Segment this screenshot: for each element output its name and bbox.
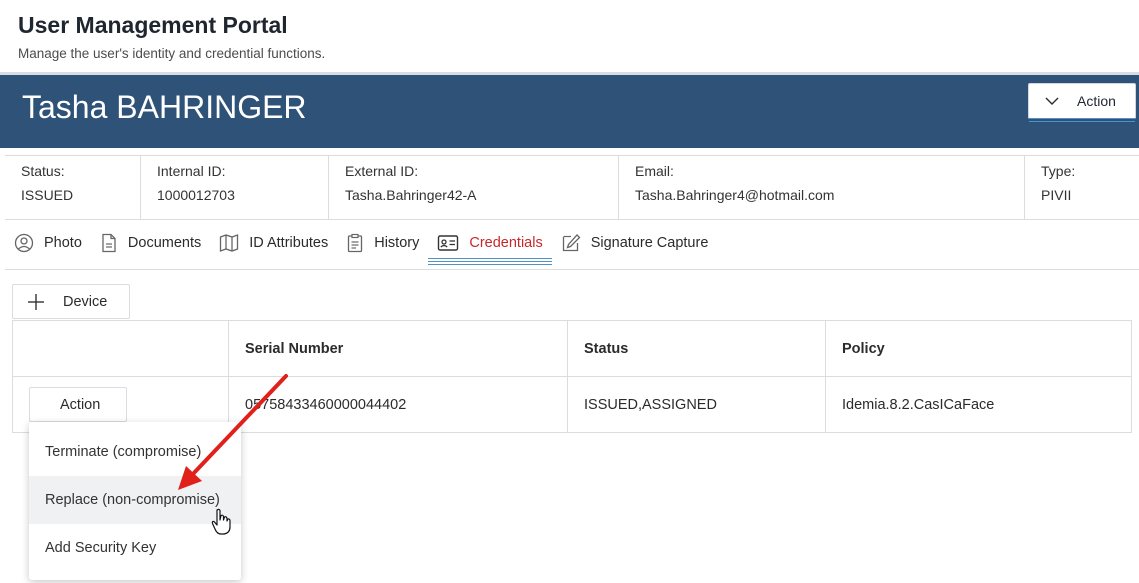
tab-history[interactable]: History: [346, 228, 419, 258]
info-email: Email: Tasha.Bahringer4@hotmail.com: [619, 156, 1025, 219]
tab-label: History: [374, 235, 420, 251]
info-value: PIVII: [1041, 187, 1072, 203]
plus-icon: [28, 293, 44, 310]
chevron-down-icon: [1045, 97, 1059, 105]
cell-serial: 05758433460000044402: [228, 376, 568, 433]
column-header-action: [12, 320, 229, 377]
info-type: Type: PIVII: [1025, 156, 1139, 219]
info-internal-id: Internal ID: 1000012703: [141, 156, 329, 219]
portal-header: User Management Portal Manage the user's…: [18, 12, 325, 61]
user-info-bar: Status: ISSUED Internal ID: 1000012703 E…: [5, 155, 1139, 220]
column-header-status: Status: [567, 320, 826, 377]
clipboard-icon: [348, 233, 363, 253]
document-icon: [102, 233, 116, 253]
info-value: Tasha.Bahringer4@hotmail.com: [635, 187, 835, 203]
info-label: Internal ID:: [157, 163, 226, 179]
person-circle-icon: [14, 233, 34, 253]
active-tab-indicator: [428, 258, 553, 265]
info-label: Type:: [1041, 163, 1076, 179]
info-label: Status:: [21, 163, 65, 179]
id-card-icon: [438, 235, 459, 251]
banner-action-label: Action: [1077, 93, 1116, 109]
cell-policy: Idemia.8.2.CasICaFace: [825, 376, 1132, 433]
banner-action-button[interactable]: Action: [1028, 83, 1136, 122]
info-value: 1000012703: [157, 187, 235, 203]
info-label: Email:: [635, 163, 674, 179]
tab-photo[interactable]: Photo: [14, 228, 82, 258]
tab-label: Photo: [44, 235, 82, 251]
info-label: External ID:: [345, 163, 419, 179]
tab-credentials[interactable]: Credentials: [428, 228, 553, 265]
row-action-menu: Terminate (compromise) Replace (non-comp…: [29, 422, 241, 580]
tab-label: Documents: [127, 235, 202, 251]
tab-label: Signature Capture: [590, 235, 709, 251]
hand-cursor-icon: [211, 508, 231, 535]
info-value: ISSUED: [21, 187, 74, 203]
info-status: Status: ISSUED: [5, 156, 141, 219]
banner-action-underline: [1029, 118, 1135, 122]
user-name: Tasha BAHRINGER: [22, 89, 307, 125]
tab-id-attributes[interactable]: ID Attributes: [219, 228, 328, 258]
info-external-id: External ID: Tasha.Bahringer42-A: [329, 156, 619, 219]
menu-item-terminate[interactable]: Terminate (compromise): [29, 428, 241, 476]
tab-documents[interactable]: Documents: [100, 228, 201, 258]
add-device-button[interactable]: Device: [12, 284, 130, 319]
tab-label: Credentials: [469, 235, 543, 251]
tab-signature-capture[interactable]: Signature Capture: [561, 228, 709, 258]
cell-status: ISSUED,ASSIGNED: [567, 376, 826, 433]
table-header-row: Serial Number Status Policy: [12, 320, 1132, 377]
tabs-divider: [5, 269, 1139, 270]
column-header-serial: Serial Number: [228, 320, 568, 377]
pen-icon: [562, 234, 581, 252]
page-title: User Management Portal: [18, 12, 288, 38]
column-header-policy: Policy: [825, 320, 1132, 377]
profile-tabs: Photo Documents ID Attributes History Cr…: [14, 228, 726, 268]
user-banner: Tasha BAHRINGER Action: [0, 72, 1139, 148]
row-action-button[interactable]: Action: [29, 387, 127, 422]
info-value: Tasha.Bahringer42-A: [345, 187, 477, 203]
tab-label: ID Attributes: [249, 235, 329, 251]
map-icon: [220, 234, 239, 252]
add-device-label: Device: [63, 293, 108, 310]
page-subtitle: Manage the user's identity and credentia…: [18, 46, 326, 61]
credentials-table: Serial Number Status Policy Action 05758…: [12, 320, 1132, 433]
